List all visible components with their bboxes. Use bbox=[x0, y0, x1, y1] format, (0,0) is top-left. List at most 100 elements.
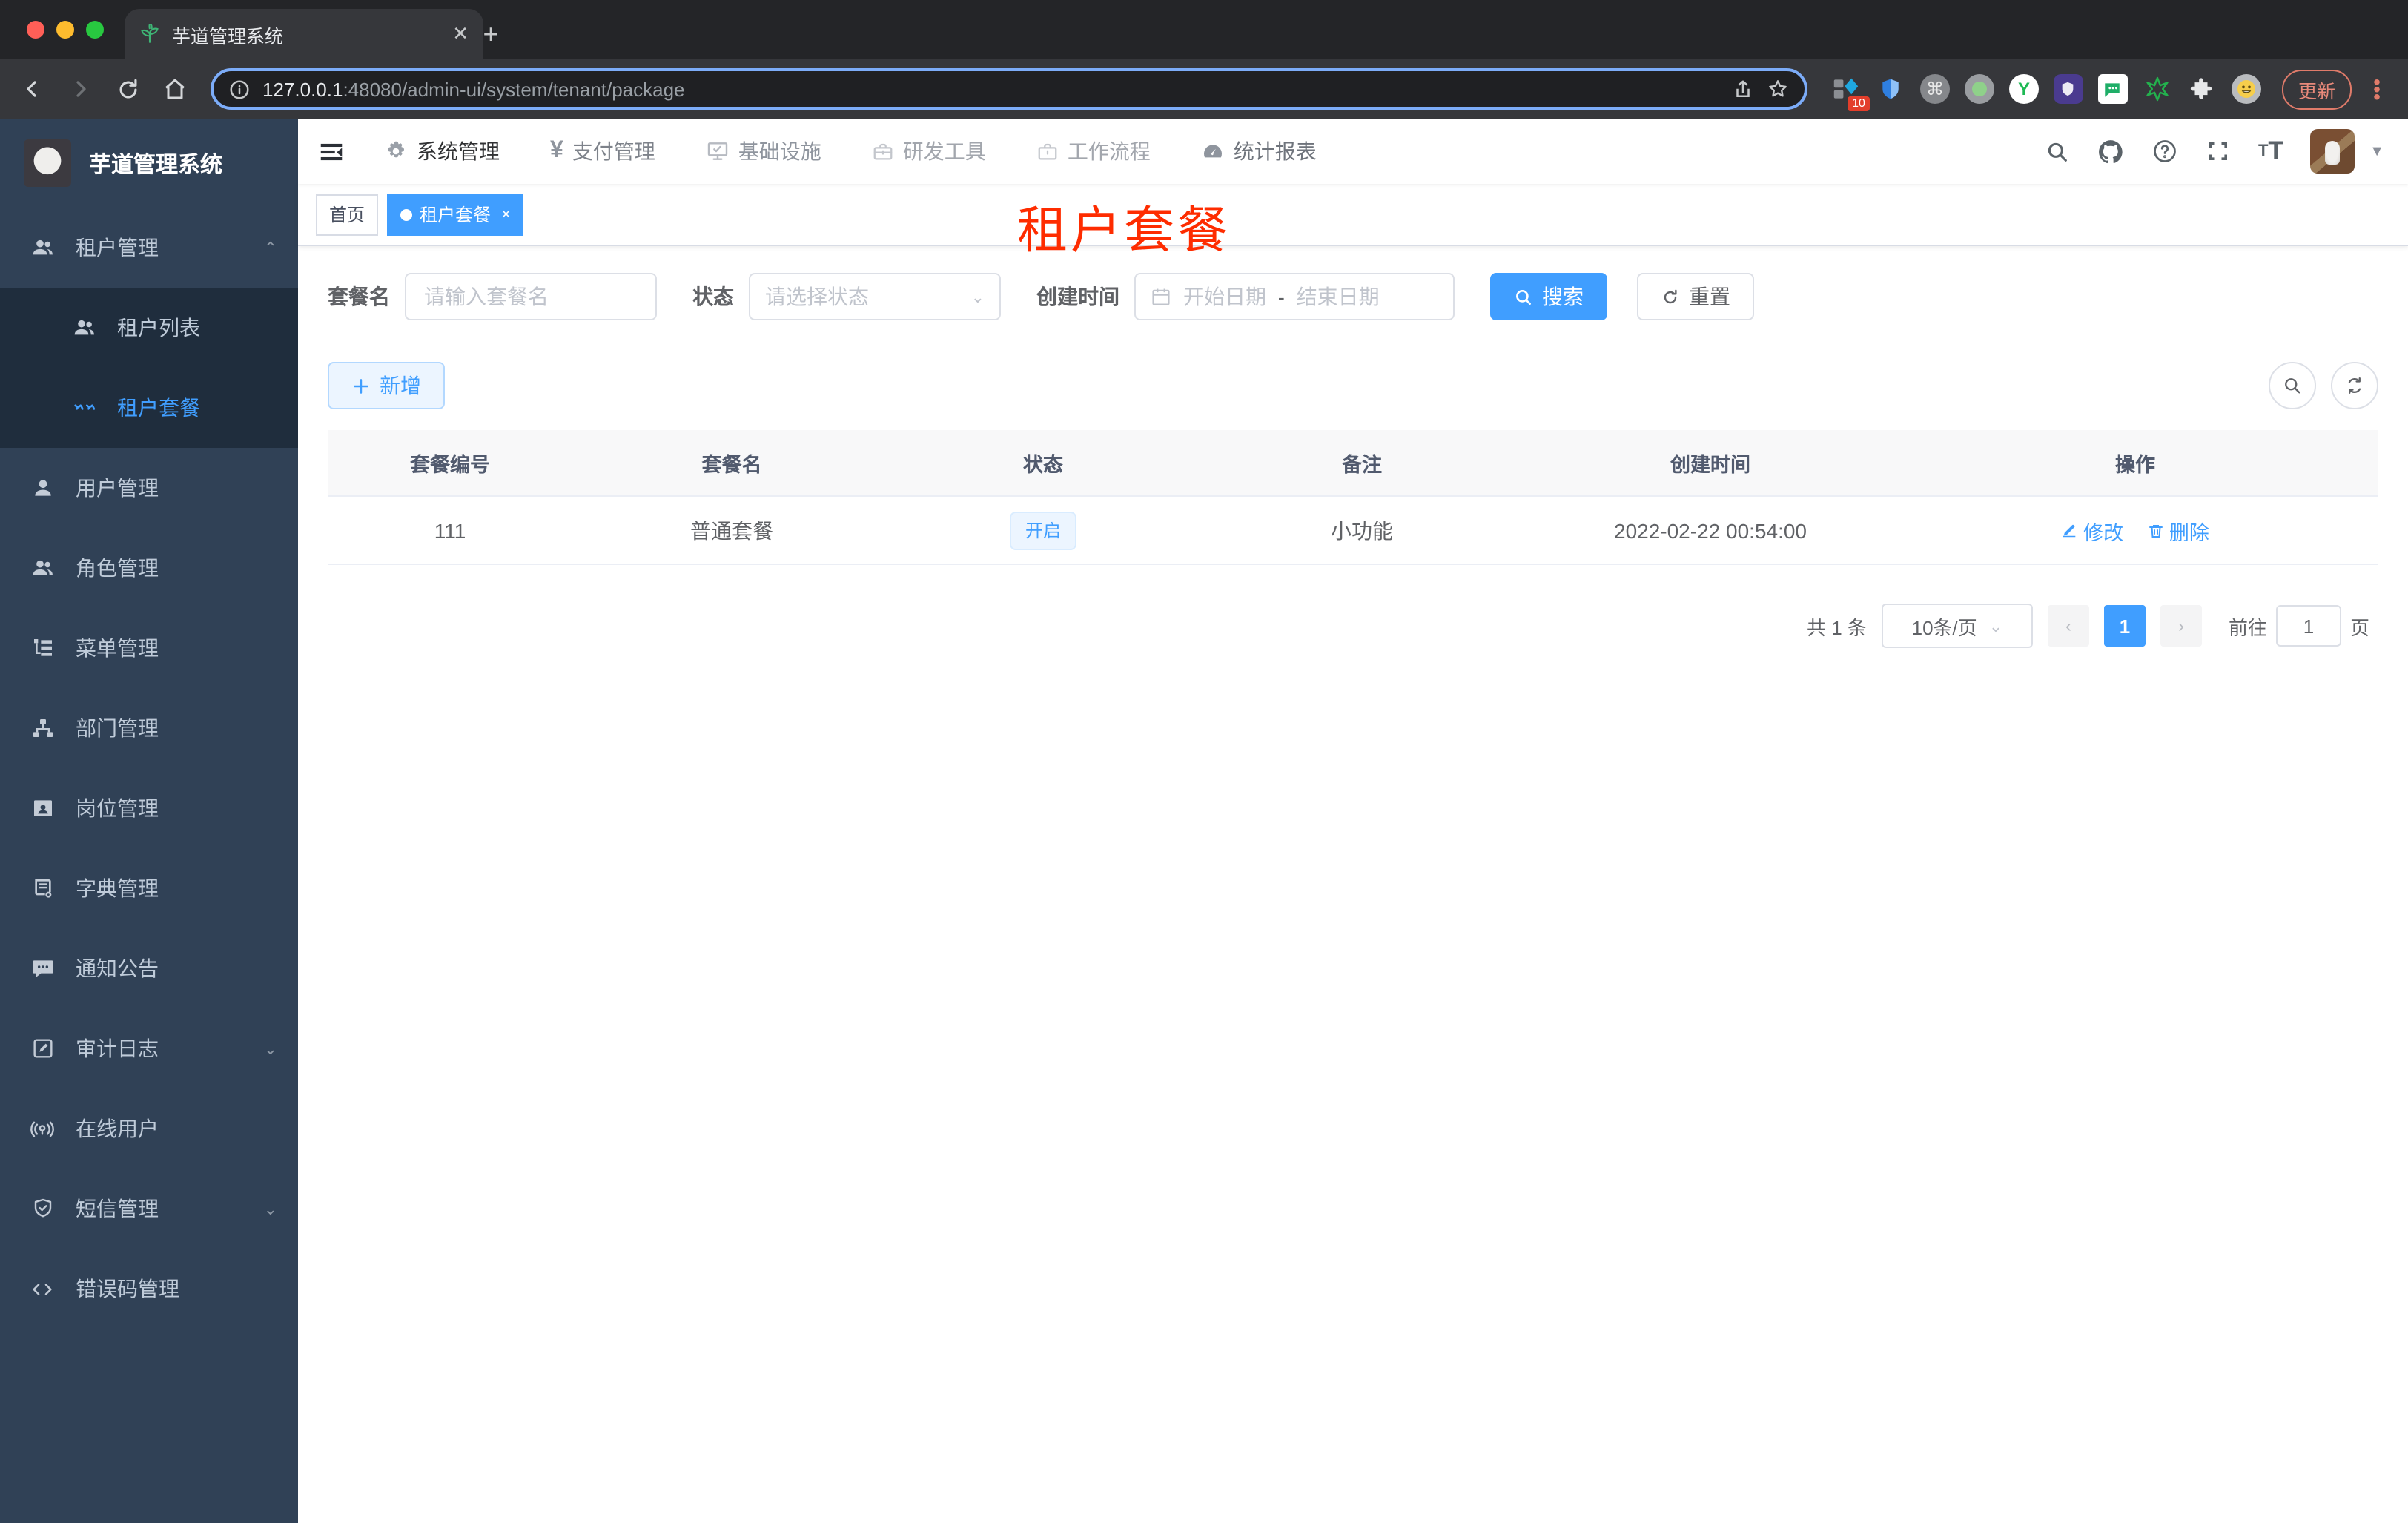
search-icon[interactable] bbox=[2045, 139, 2070, 164]
status-select[interactable]: 请选择状态 ⌄ bbox=[749, 273, 1001, 320]
sidebar-item-user-management[interactable]: 用户管理 bbox=[0, 448, 298, 528]
window-controls bbox=[27, 21, 104, 39]
tag-close-icon[interactable]: × bbox=[501, 205, 511, 223]
refresh-icon bbox=[1661, 287, 1680, 306]
window-zoom-button[interactable] bbox=[86, 21, 104, 39]
page-size-select[interactable]: 10条/页 ⌄ bbox=[1881, 604, 2033, 648]
col-header-created: 创建时间 bbox=[1670, 454, 1750, 476]
browser-menu-icon[interactable]: • • • bbox=[2366, 70, 2387, 106]
help-icon[interactable] bbox=[2151, 138, 2178, 165]
dictionary-icon bbox=[30, 876, 55, 901]
new-tab-button[interactable]: + bbox=[472, 15, 510, 53]
toggle-search-button[interactable] bbox=[2269, 362, 2316, 409]
sidebar-item-tenant-package[interactable]: 租户套餐 bbox=[0, 368, 298, 448]
reset-button[interactable]: 重置 bbox=[1637, 273, 1754, 320]
chevron-down-icon: ⌄ bbox=[1988, 618, 2003, 635]
page-1-button[interactable]: 1 bbox=[2103, 605, 2146, 647]
sidebar-item-error-code[interactable]: 错误码管理 bbox=[0, 1249, 298, 1329]
sidebar: 芋道管理系统 租户管理 ⌃ 租户列表 租户套餐 用户管理 角色管理 菜单管理 部… bbox=[0, 119, 298, 1523]
topnav-workflow[interactable]: 工作流程 bbox=[1016, 119, 1171, 184]
topnav-report[interactable]: 统计报表 bbox=[1180, 119, 1337, 184]
topnav-infra[interactable]: 基础设施 bbox=[685, 119, 842, 184]
date-range-picker[interactable]: 开始日期 - 结束日期 bbox=[1134, 273, 1455, 320]
user-avatar[interactable] bbox=[2310, 129, 2355, 174]
sidebar-item-notice[interactable]: 通知公告 bbox=[0, 928, 298, 1008]
extensions-row: 10 ⌘ Y 更新 • • • bbox=[1822, 69, 2396, 111]
home-icon[interactable] bbox=[154, 68, 196, 110]
top-navigation: 系统管理 ¥ 支付管理 基础设施 研发工具 工作流程 统计报表 bbox=[363, 119, 2045, 184]
ext-purple-shield-icon[interactable] bbox=[2053, 74, 2083, 104]
profile-avatar-smiley-icon[interactable] bbox=[2231, 74, 2261, 104]
extensions-puzzle-icon[interactable] bbox=[2187, 74, 2217, 104]
topnav-system[interactable]: 系统管理 bbox=[363, 119, 520, 184]
url-host: 127.0.0.1 bbox=[262, 78, 343, 100]
cell-created: 2022-02-22 00:54:00 bbox=[1614, 518, 1807, 542]
sidebar-item-label: 在线用户 bbox=[76, 1117, 159, 1140]
window-minimize-button[interactable] bbox=[56, 21, 74, 39]
sidebar-collapse-icon[interactable] bbox=[298, 119, 363, 184]
users-icon bbox=[71, 315, 96, 340]
sidebar-item-dict-management[interactable]: 字典管理 bbox=[0, 848, 298, 928]
topnav-payment[interactable]: ¥ 支付管理 bbox=[529, 119, 676, 184]
sidebar-item-label: 短信管理 bbox=[76, 1197, 159, 1220]
table-header-row: 套餐编号 套餐名 状态 备注 创建时间 操作 bbox=[328, 430, 2378, 497]
font-size-icon[interactable]: TT bbox=[2258, 136, 2283, 166]
bookmark-star-icon[interactable] bbox=[1766, 77, 1790, 101]
back-icon[interactable] bbox=[12, 68, 53, 110]
filter-name-label: 套餐名 bbox=[328, 285, 390, 308]
edit-link[interactable]: 修改 bbox=[2061, 515, 2123, 545]
fullscreen-icon[interactable] bbox=[2205, 138, 2232, 165]
chat-bubble-icon bbox=[30, 956, 55, 981]
cell-actions: 修改 删除 bbox=[1892, 515, 2378, 545]
topnav-label: 基础设施 bbox=[738, 139, 821, 163]
delete-link[interactable]: 删除 bbox=[2147, 515, 2209, 545]
prev-page-button[interactable]: ‹ bbox=[2047, 605, 2089, 647]
github-icon[interactable] bbox=[2097, 137, 2125, 165]
next-page-button[interactable]: › bbox=[2160, 605, 2202, 647]
avatar-caret-icon[interactable]: ▼ bbox=[2369, 143, 2384, 159]
sidebar-item-tenant-management[interactable]: 租户管理 ⌃ bbox=[0, 208, 298, 288]
reload-icon[interactable] bbox=[107, 68, 148, 110]
forward-icon[interactable] bbox=[59, 68, 101, 110]
share-icon[interactable] bbox=[1732, 78, 1754, 100]
chrome-update-button[interactable]: 更新 bbox=[2281, 69, 2352, 109]
window-close-button[interactable] bbox=[27, 21, 44, 39]
sidebar-item-dept-management[interactable]: 部门管理 bbox=[0, 688, 298, 768]
topnav-devtools[interactable]: 研发工具 bbox=[851, 119, 1007, 184]
gear-icon bbox=[384, 139, 408, 163]
tree-list-icon bbox=[30, 635, 55, 661]
sidebar-item-online-users[interactable]: 在线用户 bbox=[0, 1088, 298, 1169]
sidebar-logo-row[interactable]: 芋道管理系统 bbox=[0, 119, 298, 208]
ext-command-icon[interactable]: ⌘ bbox=[1919, 74, 1950, 104]
browser-tab[interactable]: 芋道管理系统 ✕ bbox=[125, 9, 483, 59]
sidebar-item-tenant-list[interactable]: 租户列表 bbox=[0, 288, 298, 368]
filter-form: 套餐名 状态 请选择状态 ⌄ 创建时间 开始日期 - 结束日期 bbox=[298, 246, 2408, 320]
col-header-status: 状态 bbox=[1023, 454, 1063, 476]
sidebar-item-role-management[interactable]: 角色管理 bbox=[0, 528, 298, 608]
sidebar-item-post-management[interactable]: 岗位管理 bbox=[0, 768, 298, 848]
tab-close-icon[interactable]: ✕ bbox=[452, 22, 469, 46]
sidebar-item-label: 审计日志 bbox=[76, 1037, 159, 1060]
ext-y-icon[interactable]: Y bbox=[2008, 74, 2039, 104]
tag-home[interactable]: 首页 bbox=[316, 194, 379, 235]
add-button[interactable]: 新增 bbox=[328, 362, 445, 409]
sidebar-item-label: 错误码管理 bbox=[76, 1277, 179, 1301]
sidebar-item-sms-management[interactable]: 短信管理 ⌄ bbox=[0, 1169, 298, 1249]
ext-shield-blue-icon[interactable] bbox=[1876, 74, 1905, 104]
refresh-table-button[interactable] bbox=[2331, 362, 2378, 409]
tag-label: 租户套餐 bbox=[420, 205, 492, 225]
search-button[interactable]: 搜索 bbox=[1490, 273, 1607, 320]
sidebar-item-menu-management[interactable]: 菜单管理 bbox=[0, 608, 298, 688]
site-info-icon[interactable] bbox=[228, 78, 251, 100]
sidebar-item-audit-log[interactable]: 审计日志 ⌄ bbox=[0, 1008, 298, 1088]
ext-chat-green-icon[interactable] bbox=[2097, 74, 2128, 104]
package-name-input[interactable] bbox=[421, 283, 641, 310]
sidebar-item-label: 部门管理 bbox=[76, 716, 159, 740]
address-bar[interactable]: 127.0.0.1:48080/admin-ui/system/tenant/p… bbox=[211, 68, 1807, 110]
ext-star-green-icon[interactable] bbox=[2143, 74, 2172, 104]
tag-tenant-package[interactable]: 租户套餐 × bbox=[387, 194, 524, 235]
yen-icon: ¥ bbox=[550, 138, 563, 163]
ext-tampermonkey-icon[interactable]: 10 bbox=[1831, 74, 1870, 111]
ext-gray-green-icon[interactable] bbox=[1964, 74, 1994, 104]
goto-page-input[interactable] bbox=[2275, 605, 2341, 647]
